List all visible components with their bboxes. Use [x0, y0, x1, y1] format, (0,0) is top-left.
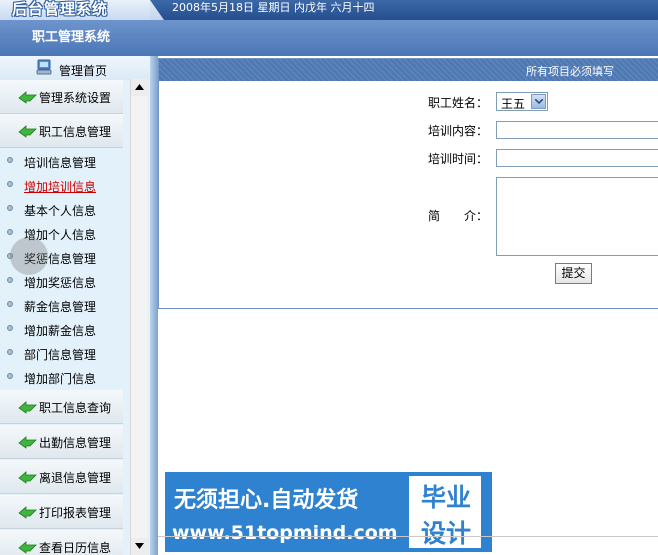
arrow-right-icon	[18, 91, 37, 104]
bullet-icon	[7, 325, 13, 331]
submit-button[interactable]: 提交	[555, 263, 592, 284]
bullet-icon	[7, 373, 13, 379]
menu-retirement[interactable]: 离退信息管理	[0, 460, 123, 494]
computer-icon	[36, 59, 52, 75]
sidebar-home[interactable]: 管理首页	[0, 56, 150, 80]
panel-header: 所有项目必须填写	[159, 59, 658, 81]
sidebar-scrollbar[interactable]	[130, 79, 148, 555]
menu-attendance[interactable]: 出勤信息管理	[0, 425, 123, 459]
dropdown-button[interactable]	[531, 94, 546, 109]
chevron-down-icon	[535, 99, 543, 105]
bullet-icon	[7, 277, 13, 283]
intro-textarea[interactable]	[496, 177, 658, 256]
watermark-banner: 无须担心.自动发货 www.51topmind.com 毕业 设计	[165, 472, 492, 552]
menu-system-settings[interactable]: 管理系统设置	[0, 80, 123, 114]
menu-calendar[interactable]: 查看日历信息	[0, 530, 123, 555]
sidebar-item-dept-manage[interactable]: 部门信息管理	[0, 342, 123, 364]
mouse-cursor-indicator	[10, 237, 48, 275]
sidebar-item-training-manage[interactable]: 培训信息管理	[0, 150, 123, 172]
time-label: 培训时间：	[428, 152, 489, 166]
menu-staff-info[interactable]: 职工信息管理	[0, 114, 123, 148]
top-bar: 后台管理系统 2008年5月18日 星期日 内戊年 六月十四	[0, 0, 658, 20]
arrow-right-icon	[18, 541, 37, 554]
bullet-icon	[7, 157, 13, 163]
watermark-badge: 毕业 设计	[409, 476, 481, 548]
arrow-right-icon	[18, 471, 37, 484]
caret-down-icon	[135, 543, 144, 549]
name-select[interactable]: 王五	[496, 92, 548, 111]
watermark-badge-line1: 毕业	[420, 483, 471, 512]
training-time-input[interactable]	[496, 149, 658, 167]
title-bar: 职工管理系统	[0, 20, 658, 56]
logo: 后台管理系统	[12, 0, 109, 18]
training-form-panel: 所有项目必须填写 职工姓名： 王五 培训内容： 培训时间： 简 介： 提交	[158, 58, 658, 309]
watermark-badge-line2: 设计	[420, 519, 471, 548]
logo-plate: 后台管理系统	[0, 0, 150, 20]
caret-up-icon	[135, 84, 144, 90]
sidebar-item-add-training[interactable]: 增加培训信息	[0, 174, 123, 196]
bullet-icon	[7, 229, 13, 235]
bottom-rule	[158, 536, 658, 537]
date-text: 2008年5月18日 星期日 内戊年 六月十四	[172, 1, 375, 14]
training-content-input[interactable]	[496, 121, 658, 139]
bullet-icon	[7, 205, 13, 211]
menu-print-reports[interactable]: 打印报表管理	[0, 495, 123, 529]
sidebar-item-add-reward[interactable]: 增加奖惩信息	[0, 270, 123, 292]
sidebar: 管理首页 管理系统设置 职工信息管理 培训信息管理 增加培训信息 基本个人信息 …	[0, 56, 150, 555]
arrow-right-icon	[18, 506, 37, 519]
name-select-value: 王五	[501, 97, 526, 111]
scroll-down-button[interactable]	[131, 538, 148, 555]
home-label: 管理首页	[59, 64, 108, 78]
menu-staff-query[interactable]: 职工信息查询	[0, 390, 123, 424]
sidebar-item-add-dept[interactable]: 增加部门信息	[0, 366, 123, 388]
name-label: 职工姓名：	[428, 96, 489, 110]
bullet-icon	[7, 301, 13, 307]
sidebar-item-personal-info[interactable]: 基本个人信息	[0, 198, 123, 220]
system-title: 职工管理系统	[32, 30, 111, 45]
intro-label: 简 介：	[428, 209, 489, 223]
required-note: 所有项目必须填写	[526, 65, 614, 78]
scroll-up-button[interactable]	[131, 79, 148, 96]
watermark-url: www.51topmind.com	[172, 522, 398, 544]
arrow-right-icon	[18, 401, 37, 414]
arrow-right-icon	[18, 436, 37, 449]
sidebar-divider	[150, 56, 158, 555]
arrow-right-icon	[18, 125, 37, 138]
bullet-icon	[7, 349, 13, 355]
sidebar-item-salary-manage[interactable]: 薪金信息管理	[0, 294, 123, 316]
content-label: 培训内容：	[428, 124, 489, 138]
watermark-slogan: 无须担心.自动发货	[174, 488, 359, 513]
sidebar-item-add-salary[interactable]: 增加薪金信息	[0, 318, 123, 340]
bullet-icon	[7, 181, 13, 187]
